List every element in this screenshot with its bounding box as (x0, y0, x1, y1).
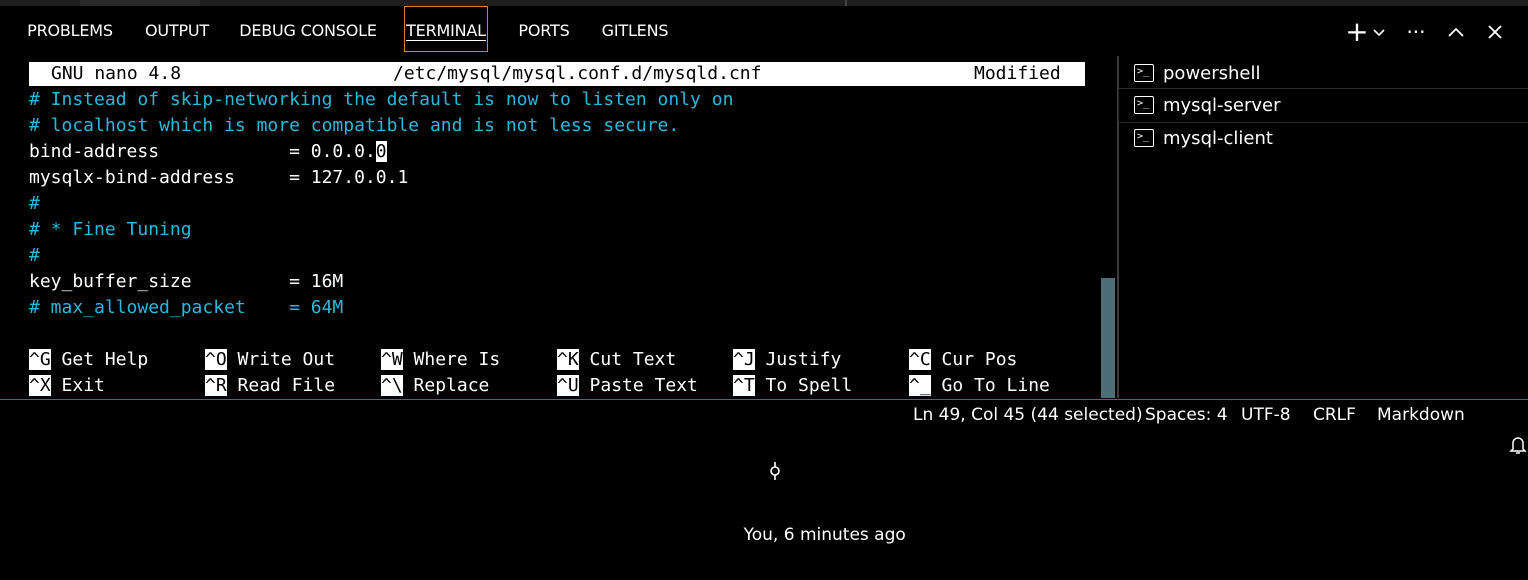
shortcut-paste-text: ^U Paste Text (557, 375, 698, 396)
terminal-view[interactable]: GNU nano 4.8 /etc/mysql/mysql.conf.d/mys… (0, 56, 1117, 398)
status-language[interactable]: Markdown (1377, 400, 1465, 429)
status-indentation[interactable]: Spaces: 4 (1145, 400, 1228, 429)
terminal-list: >_ powershell >_ mysql-server >_ mysql-c… (1118, 56, 1528, 398)
terminal-item-label: mysql-client (1163, 128, 1273, 149)
nano-version: GNU nano 4.8 (51, 63, 182, 84)
chevron-up-icon[interactable] (1442, 18, 1470, 46)
tab-gitlens[interactable]: GITLENS (594, 6, 676, 52)
plus-icon[interactable]: + (1343, 18, 1371, 46)
file-line: bind-address = 0.0.0.0 (29, 139, 387, 165)
shortcut-write-out: ^O Write Out (205, 349, 336, 370)
shortcut-justify: ^J Justify (733, 349, 842, 370)
tab-ports[interactable]: PORTS (512, 6, 576, 52)
file-line: # max_allowed_packet = 64M (29, 297, 344, 318)
status-eol[interactable]: CRLF (1313, 400, 1356, 429)
terminal-item-label: mysql-server (1163, 95, 1281, 116)
terminal-item-mysql-client[interactable]: >_ mysql-client (1119, 122, 1528, 155)
terminal-item-powershell[interactable]: >_ powershell (1119, 57, 1528, 90)
terminal-item-mysql-server[interactable]: >_ mysql-server (1118, 88, 1528, 123)
bell-icon[interactable] (1487, 400, 1527, 454)
shortcut-exit: ^X Exit (29, 375, 105, 396)
file-line: # Instead of skip-networking the default… (29, 89, 734, 110)
file-line: # localhost which is more compatible and… (29, 115, 680, 136)
file-line: mysqlx-bind-address = 127.0.0.1 (29, 167, 409, 188)
shortcut-get-help: ^G Get Help (29, 349, 149, 370)
more-icon[interactable]: ··· (1402, 18, 1430, 46)
panel-header: PROBLEMS OUTPUT DEBUG CONSOLE TERMINAL P… (0, 6, 1528, 56)
status-cursor-position[interactable]: Ln 49, Col 45 (44 selected) (913, 400, 1143, 429)
nano-filename: /etc/mysql/mysql.conf.d/mysqld.cnf (393, 63, 762, 84)
terminal-icon: >_ (1134, 96, 1154, 114)
terminal-icon: >_ (1134, 64, 1154, 82)
terminal-icon: >_ (1134, 129, 1154, 147)
file-line: # (29, 193, 40, 214)
status-bar: You, 6 minutes ago Ln 49, Col 45 (44 sel… (0, 399, 1528, 545)
file-line: key_buffer_size = 16M (29, 271, 344, 292)
close-icon[interactable] (1481, 18, 1509, 46)
shortcut-to-spell: ^T To Spell (733, 375, 853, 396)
file-line-text: bind-address = 0.0.0. (29, 141, 376, 162)
tab-problems[interactable]: PROBLEMS (18, 6, 122, 52)
shortcut-read-file: ^R Read File (205, 375, 336, 396)
tab-debug-console[interactable]: DEBUG CONSOLE (232, 6, 384, 52)
chevron-down-icon[interactable] (1369, 18, 1389, 46)
shortcut-cur-pos: ^C Cur Pos (909, 349, 1018, 370)
shortcut-cut-text: ^K Cut Text (557, 349, 677, 370)
shortcut-where-is: ^W Where Is (381, 349, 501, 370)
git-commit-icon (736, 430, 780, 520)
status-git-blame[interactable]: You, 6 minutes ago (714, 400, 906, 545)
nano-modified-flag: Modified (974, 63, 1061, 84)
tab-output[interactable]: OUTPUT (136, 6, 218, 52)
tab-terminal[interactable]: TERMINAL (404, 6, 488, 52)
shortcut-replace: ^\ Replace (381, 375, 490, 396)
file-line: # * Fine Tuning (29, 219, 192, 240)
file-line: # (29, 245, 40, 266)
status-encoding[interactable]: UTF-8 (1241, 400, 1291, 429)
terminal-scrollbar-thumb[interactable] (1101, 278, 1115, 398)
nano-title-bar: GNU nano 4.8 /etc/mysql/mysql.conf.d/mys… (29, 62, 1085, 86)
terminal-item-label: powershell (1163, 63, 1261, 84)
status-blame-text: You, 6 minutes ago (743, 525, 906, 545)
shortcut-go-to-line: ^_ Go To Line (909, 375, 1050, 396)
text-cursor: 0 (375, 141, 387, 162)
